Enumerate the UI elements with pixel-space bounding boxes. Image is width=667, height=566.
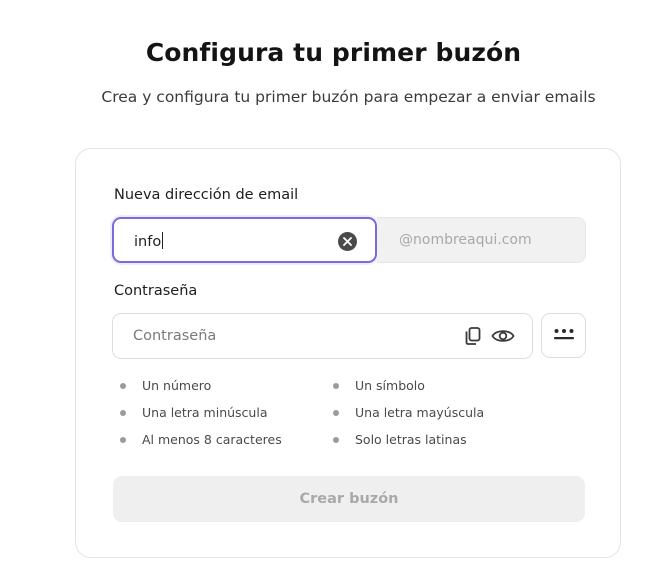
bullet: [333, 437, 339, 443]
password-label: Contraseña: [114, 283, 198, 299]
password-placeholder: Contraseña: [133, 328, 217, 344]
generate-password-button[interactable]: [541, 313, 586, 358]
email-input-value: info: [134, 232, 164, 250]
email-label: Nueva dirección de email: [114, 187, 299, 203]
email-domain-suffix: @nombreaqui.com: [377, 217, 586, 263]
password-input[interactable]: Contraseña: [112, 313, 533, 359]
bullet: [120, 410, 126, 416]
text-caret: [162, 232, 164, 249]
bullet: [120, 437, 126, 443]
bullet: [120, 383, 126, 389]
eye-icon[interactable]: [491, 326, 515, 350]
copy-icon[interactable]: [463, 326, 483, 350]
page-subtitle: Crea y configura tu primer buzón para em…: [101, 88, 596, 106]
email-local-part-input[interactable]: info: [112, 217, 377, 263]
clear-icon[interactable]: [338, 232, 357, 251]
page: Configura tu primer buzón Crea y configu…: [0, 0, 667, 566]
bullet: [333, 410, 339, 416]
page-title: Configura tu primer buzón: [145, 38, 522, 67]
password-dots-icon: [554, 329, 574, 340]
mailbox-form-card: Nueva dirección de email info @nombreaqu…: [75, 148, 621, 558]
bullet: [333, 383, 339, 389]
domain-suffix-text: @nombreaqui.com: [399, 232, 532, 248]
create-mailbox-button[interactable]: Crear buzón: [113, 476, 585, 522]
